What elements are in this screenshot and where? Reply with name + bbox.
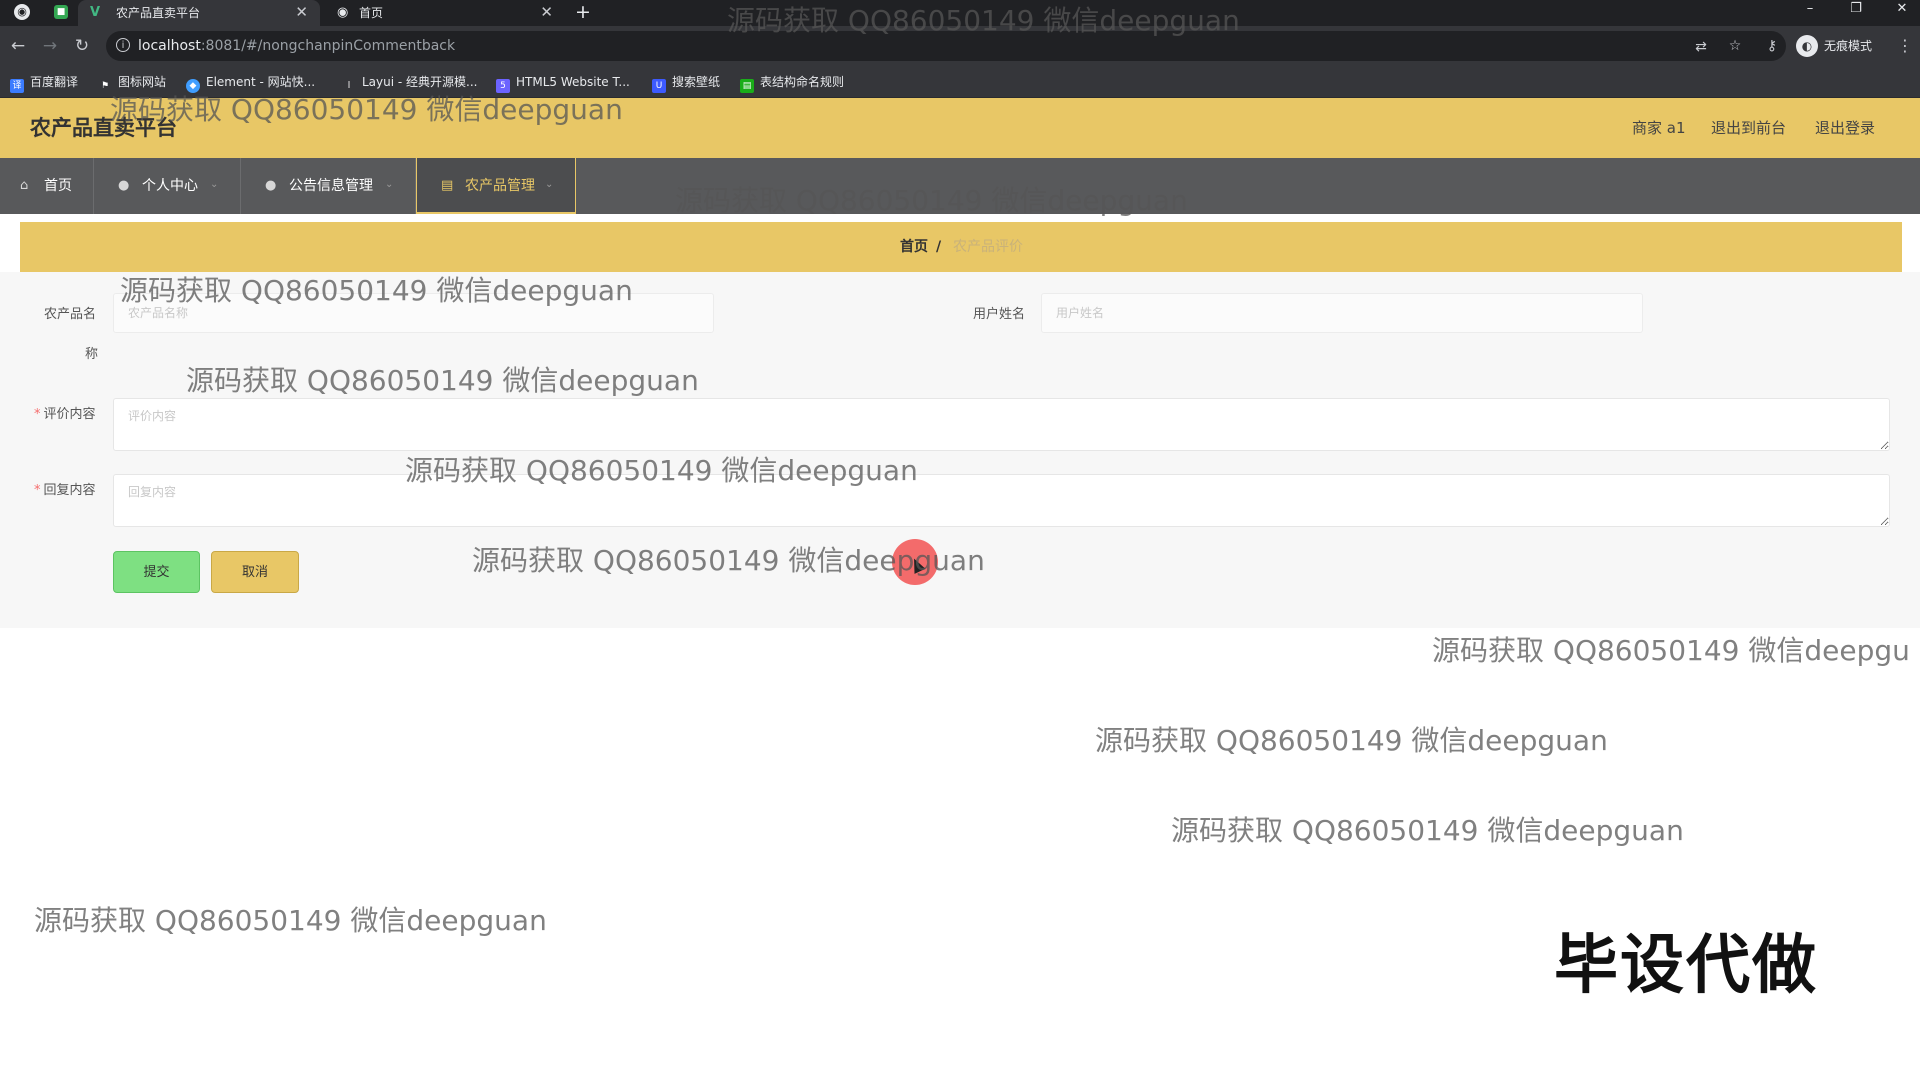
chevron-down-icon: ⌄ <box>545 179 554 190</box>
reply-textarea[interactable] <box>113 474 1890 527</box>
minimize-icon[interactable]: – <box>1800 0 1820 20</box>
app-header: 农产品直卖平台 商家 a1 退出到前台 退出登录 <box>0 98 1920 158</box>
cancel-button[interactable]: 取消 <box>211 551 299 593</box>
bookmark-item[interactable]: l Layui - 经典开源模... <box>342 74 478 91</box>
bookmark-item[interactable]: ⚑ 图标网站 <box>98 74 166 91</box>
nav-label: 个人中心 <box>142 178 198 194</box>
document-icon: ▤ <box>441 178 454 193</box>
incognito-icon: ◐ <box>1796 35 1818 57</box>
home-icon: ⌂ <box>20 178 29 193</box>
required-mark: * <box>34 407 41 422</box>
nav-label: 首页 <box>44 178 72 194</box>
current-user: 商家 a1 <box>1632 119 1686 137</box>
tab-title: 首页 <box>359 6 384 20</box>
nav-item-product-management[interactable]: ▤ 农产品管理 ⌄ <box>416 158 576 214</box>
bookmark-star-icon[interactable]: ☆ <box>1725 37 1745 55</box>
product-name-label-wrap: 称 <box>85 347 99 362</box>
flag-icon: ⚑ <box>100 81 110 91</box>
promo-stamp-text: 毕设代做 <box>1554 929 1818 1003</box>
comment-textarea[interactable] <box>113 398 1890 451</box>
bookmark-item[interactable]: 译百度翻译 <box>10 74 78 93</box>
menu-dots-icon[interactable]: ⋮ <box>1897 36 1913 56</box>
tab-title: 农产品直卖平台 <box>116 6 201 20</box>
globe-icon: ◉ <box>337 5 349 20</box>
back-arrow-icon[interactable]: ← <box>8 36 28 56</box>
nav-item-notice-management[interactable]: ● 公告信息管理 ⌄ <box>241 158 416 214</box>
nav-item-personal-center[interactable]: ● 个人中心 ⌄ <box>94 158 241 214</box>
breadcrumb: 首页 / 农产品评价 <box>20 222 1902 272</box>
bookmark-item[interactable]: U 搜索壁纸 <box>652 74 720 93</box>
chrome-icon: ◉ <box>14 4 30 20</box>
nav-label: 公告信息管理 <box>289 178 373 194</box>
wallpaper-icon: U <box>652 79 666 93</box>
bookmarks-bar: 译百度翻译 ⚑ 图标网站 ◆ Element - 网站快... l Layui - 经… <box>0 66 1920 98</box>
breadcrumb-separator: / <box>936 239 942 255</box>
browser-tab-strip: ◉ ■ V 农产品直卖平台 ✕ ◉ 首页 ✕ + – ❐ ✕ <box>0 0 1920 26</box>
html5-icon: 5 <box>496 79 510 93</box>
back-to-front-link[interactable]: 退出到前台 <box>1711 119 1786 137</box>
breadcrumb-home[interactable]: 首页 <box>900 239 928 255</box>
user-icon: ● <box>265 178 277 193</box>
extension-icon[interactable]: ■ <box>54 5 68 19</box>
username-label: 用户姓名 <box>973 307 1026 322</box>
vue-favicon-icon: V <box>90 5 101 20</box>
product-name-input[interactable] <box>113 293 714 333</box>
url-text: localhost:8081/#/nongchanpinCommentback <box>138 38 456 54</box>
translate-icon[interactable]: ⇄ <box>1691 38 1711 56</box>
bookmark-item[interactable]: 5 HTML5 Website T... <box>496 74 630 93</box>
bookmark-item[interactable]: ◆ Element - 网站快... <box>186 74 315 93</box>
username-input[interactable] <box>1041 293 1643 333</box>
submit-button[interactable]: 提交 <box>113 551 200 593</box>
browser-tab-active[interactable]: V 农产品直卖平台 ✕ <box>78 0 320 26</box>
breadcrumb-current: 农产品评价 <box>953 239 1023 255</box>
address-bar[interactable]: i localhost:8081/#/nongchanpinCommentbac… <box>106 31 1786 61</box>
chevron-down-icon: ⌄ <box>210 179 219 190</box>
close-tab-icon[interactable]: ✕ <box>540 3 553 21</box>
watermark-text: 源码获取 QQ86050149 微信deepgu <box>1432 634 1910 667</box>
bookmark-item[interactable]: ▤ 表结构命名规则 <box>740 74 844 93</box>
nav-label: 农产品管理 <box>465 178 535 194</box>
reply-label: * 回复内容 <box>34 483 96 498</box>
element-icon: ◆ <box>186 79 200 93</box>
watermark-text: 源码获取 QQ86050149 微信deepguan <box>1095 724 1608 757</box>
comment-label: * 评价内容 <box>34 407 96 422</box>
site-info-icon[interactable]: i <box>116 38 130 52</box>
incognito-label: 无痕模式 <box>1824 39 1873 53</box>
user-icon: ● <box>118 178 130 193</box>
watermark-text: 源码获取 QQ86050149 微信deepguan <box>34 904 547 937</box>
translate-icon: 译 <box>10 79 24 93</box>
close-window-icon[interactable]: ✕ <box>1892 0 1912 20</box>
logout-link[interactable]: 退出登录 <box>1815 119 1875 137</box>
key-icon[interactable]: ⚷ <box>1762 37 1782 55</box>
restore-icon[interactable]: ❐ <box>1846 0 1866 20</box>
chevron-down-icon: ⌄ <box>385 179 394 190</box>
browser-tab[interactable]: ◉ 首页 ✕ <box>325 0 565 26</box>
layui-icon: l <box>347 81 351 91</box>
watermark-text: 源码获取 QQ86050149 微信deepguan <box>1171 814 1684 847</box>
reload-icon[interactable]: ↻ <box>72 36 92 56</box>
browser-toolbar: ← → ↻ i localhost:8081/#/nongchanpinComm… <box>0 26 1920 66</box>
page-title: 农产品直卖平台 <box>30 116 177 140</box>
main-nav: ⌂ 首页 ● 个人中心 ⌄ ● 公告信息管理 ⌄ ▤ 农产品管理 ⌄ <box>0 158 1920 214</box>
new-tab-button[interactable]: + <box>575 1 591 23</box>
nav-item-home[interactable]: ⌂ 首页 <box>0 158 94 214</box>
required-mark: * <box>34 483 41 498</box>
sheet-icon: ▤ <box>740 79 754 93</box>
forward-arrow-icon[interactable]: → <box>40 36 60 56</box>
product-name-label: 农产品名 <box>44 307 97 322</box>
close-tab-icon[interactable]: ✕ <box>295 3 308 21</box>
